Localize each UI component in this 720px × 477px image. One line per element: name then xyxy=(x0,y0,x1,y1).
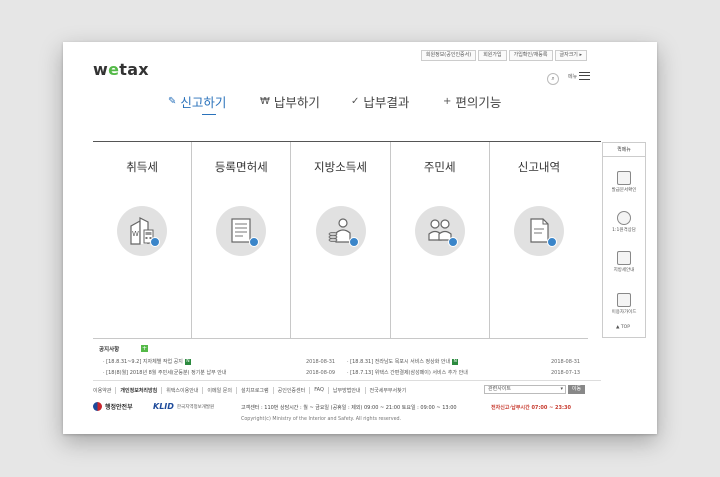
tab-label: 신고하기 xyxy=(180,95,227,110)
quick-item-local-tax-guide[interactable]: 지방세안내 xyxy=(603,251,645,273)
tile-title: 등록면허세 xyxy=(214,160,268,174)
quick-item-label: 이용자가이드 xyxy=(611,310,637,315)
svg-text:W: W xyxy=(132,230,139,238)
notice-item[interactable]: · [18.8.31~9.2] 지자체별 작업 공지 N xyxy=(103,358,191,365)
quick-item-doc-verify[interactable]: 발급문서확인 xyxy=(603,171,645,193)
klid-logo[interactable]: KLID 한국지역정보개발원 xyxy=(153,402,214,411)
printer-icon xyxy=(617,171,631,185)
edit-icon xyxy=(546,237,557,247)
new-badge: N xyxy=(184,358,191,365)
tile-registration-tax[interactable]: 등록면허세 xyxy=(191,142,290,338)
tab-payment-result[interactable]: ✓ 납부결과 xyxy=(351,92,431,115)
tab-label: 편의기능 xyxy=(455,95,502,110)
cert-login-link[interactable]: 회원정보(공인인증서) xyxy=(420,50,477,61)
tab-pay[interactable]: ₩ 납부하기 xyxy=(260,92,340,115)
footer-link-tax-office[interactable]: 전국세무부서찾기 xyxy=(364,387,411,394)
join-link[interactable]: 회원가입 xyxy=(478,50,507,61)
tile-resident-tax[interactable]: 주민세 xyxy=(389,142,489,338)
klid-name: 한국지역정보개발원 xyxy=(176,404,215,410)
notice-text: · [18.8.31] 전라남도 목포시 서비스 정상화 안내 xyxy=(347,359,451,365)
browser-page: 회원정보(공인인증서) 회원가입 가입확인/재등록 글자크기 ▸ wetax ⌕… xyxy=(63,42,657,434)
plus-icon: + xyxy=(443,96,452,107)
tab-label: 납부결과 xyxy=(363,95,410,110)
tile-title: 신고내역 xyxy=(517,160,561,174)
quick-menu: 퀵메뉴 발급문서확인 1:1원격상담 지방세안내 이용자가이드 xyxy=(602,142,646,338)
check-icon: ✓ xyxy=(351,96,360,107)
quick-item-label: 1:1원격상담 xyxy=(612,228,636,233)
quick-item-label: 발급문서확인 xyxy=(611,188,637,193)
contact-info: 고객센터 : 110번 상담시간 : 월 ~ 금요일 (공휴일 : 제외) 09… xyxy=(241,405,457,411)
notice-text: · [18.7.13] 위택스 간편결제(삼성페이) 서비스 추가 안내 xyxy=(347,370,468,376)
footer-link-terms[interactable]: 이용약관 xyxy=(93,387,115,394)
tile-title: 지방소득세 xyxy=(314,160,367,174)
pencil-icon: ✎ xyxy=(168,96,177,107)
top-utility-nav: 회원정보(공인인증서) 회원가입 가입확인/재등록 글자크기 ▸ xyxy=(420,50,587,61)
ministry-name: 행정안전부 xyxy=(105,404,133,411)
wetax-logo[interactable]: wetax xyxy=(93,60,149,79)
go-button[interactable]: 이동 xyxy=(568,385,585,394)
related-sites-select[interactable]: 관련사이트 xyxy=(484,385,566,394)
search-icon[interactable]: ⌕ xyxy=(547,73,559,85)
tile-local-income-tax[interactable]: 지방소득세 xyxy=(290,142,389,338)
top-label: TOP xyxy=(620,325,630,330)
notice-text: · [18.8.31~9.2] 지자체별 작업 공지 xyxy=(103,359,183,365)
notice-date: 2018-07-13 xyxy=(551,370,581,376)
notice-item[interactable]: · [18.8.31] 전라남도 목포시 서비스 정상화 안내 N xyxy=(347,358,459,365)
book-icon xyxy=(617,293,631,307)
monitor-icon xyxy=(617,251,631,265)
edit-icon xyxy=(348,237,359,247)
notice-more-button[interactable]: + xyxy=(141,345,148,352)
notice-date: 2018-08-31 xyxy=(551,359,581,365)
menu-label: 메뉴 xyxy=(568,73,578,80)
footer-link-faq[interactable]: FAQ xyxy=(309,387,328,394)
tab-report[interactable]: ✎ 신고하기 xyxy=(168,92,248,115)
top-button[interactable]: ▲ TOP xyxy=(616,325,630,330)
quick-menu-title: 퀵메뉴 xyxy=(603,143,645,157)
font-size-link[interactable]: 글자크기 ▸ xyxy=(554,50,587,61)
notice-date: 2018-08-31 xyxy=(306,359,336,365)
tab-convenience[interactable]: + 편의기능 xyxy=(443,92,523,115)
new-badge: N xyxy=(452,358,459,365)
edit-icon xyxy=(447,237,458,247)
footer-link-email[interactable]: 이메일 문의 xyxy=(202,387,236,394)
register-confirm-link[interactable]: 가입확인/재등록 xyxy=(508,50,553,61)
notice-date: 2018-08-09 xyxy=(306,370,336,376)
ministry-logo[interactable]: 행정안전부 xyxy=(93,402,133,411)
tax-tiles: 취득세 W 등록면허세 지방소득세 주민세 신고내역 xyxy=(93,142,588,338)
footer-link-cert-center[interactable]: 공인인증센터 xyxy=(272,387,310,394)
footer-link-privacy[interactable]: 개인정보처리방침 xyxy=(115,387,161,394)
quick-item-user-guide[interactable]: 이용자가이드 xyxy=(603,293,645,315)
divider xyxy=(93,338,588,339)
copyright: Copyright(c) Ministry of the Interior an… xyxy=(241,417,402,422)
divider xyxy=(93,380,601,381)
footer-link-payment[interactable]: 납부방법안내 xyxy=(327,387,365,394)
tile-acquisition-tax[interactable]: 취득세 W xyxy=(93,142,191,338)
klid-mark: KLID xyxy=(153,402,174,411)
footer-link-programs[interactable]: 설치프로그램 xyxy=(236,387,273,394)
government-seal-icon xyxy=(93,402,102,411)
notice-text: · [18(8)월] 2018년 8월 주민세(균등분) 정기분 납부 안내 xyxy=(103,370,227,376)
notice-item[interactable]: · [18.7.13] 위택스 간편결제(삼성페이) 서비스 추가 안내 xyxy=(347,369,468,376)
service-hours: 전자신고·납부시간 07:00 ~ 23:30 xyxy=(491,405,571,411)
footer-link-guide[interactable]: 위택스이용안내 xyxy=(161,387,202,394)
won-icon: ₩ xyxy=(260,96,270,107)
notice-item[interactable]: · [18(8)월] 2018년 8월 주민세(균등분) 정기분 납부 안내 xyxy=(103,369,226,376)
tile-report-history[interactable]: 신고내역 xyxy=(488,142,588,338)
footer-nav: 이용약관 개인정보처리방침 위택스이용안내 이메일 문의 설치프로그램 공인인증… xyxy=(93,387,410,394)
notice-title: 공지사항 xyxy=(99,347,120,353)
quick-item-label: 지방세안내 xyxy=(613,268,635,273)
headset-icon xyxy=(617,211,631,225)
quick-item-remote-support[interactable]: 1:1원격상담 xyxy=(603,211,645,233)
tab-label: 납부하기 xyxy=(273,95,320,110)
menu-button[interactable]: 메뉴 xyxy=(568,72,591,80)
tile-title: 취득세 xyxy=(126,160,158,174)
hamburger-icon xyxy=(579,72,591,80)
tile-title: 주민세 xyxy=(423,160,456,174)
